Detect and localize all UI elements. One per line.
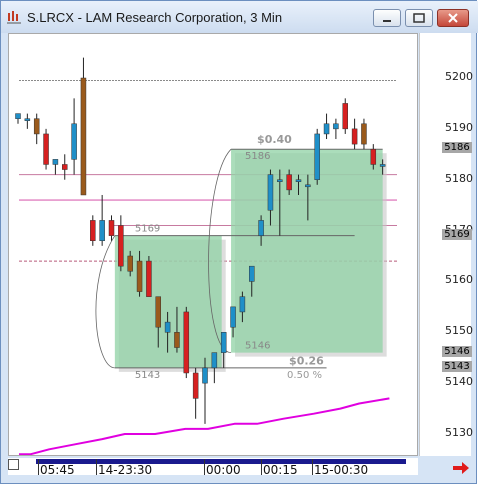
range-box-1 (114, 235, 222, 368)
candle-body (183, 311, 190, 374)
price-tick-label: 5150 (445, 324, 473, 338)
restore-button[interactable] (405, 9, 433, 27)
candle-body (90, 220, 96, 241)
candlestick-chart: 5169 5143 5186 5146 $0.40 $0.26 0.50 % (15, 57, 397, 455)
candle-body (80, 77, 87, 196)
time-tick-label: 15-00:30 (314, 463, 369, 477)
app-chart-icon (7, 11, 21, 24)
candle-body (211, 352, 218, 369)
time-tick-mark (261, 459, 262, 475)
box1-bottom-label: 5143 (135, 370, 160, 381)
candle-body (361, 123, 367, 145)
candle-body (295, 179, 302, 182)
price-axis[interactable] (419, 33, 471, 456)
title-bar[interactable]: S.LRCX - LAM Research Corporation, 3 Min (1, 1, 478, 33)
candle-body (351, 128, 358, 145)
time-tick-label: 05:45 (40, 463, 75, 477)
candle-body (286, 174, 292, 191)
candle-body (118, 225, 124, 267)
price-tick-label: 5200 (445, 70, 473, 83)
candle-body (379, 164, 386, 167)
candle-body (239, 296, 246, 313)
candle-body (174, 332, 180, 348)
box2-top-label: 5186 (245, 151, 270, 162)
minimize-button[interactable] (373, 9, 401, 27)
candle-body (99, 220, 105, 241)
candle-body (333, 123, 339, 130)
candle-body (249, 265, 255, 282)
candle-body (155, 296, 161, 328)
candle-body (52, 159, 59, 165)
chart-corner-box[interactable] (8, 459, 19, 470)
candle-body (192, 372, 199, 399)
close-icon (448, 13, 458, 23)
time-tick-mark (96, 459, 97, 475)
candle-body (15, 113, 21, 119)
candle-body (24, 118, 31, 121)
time-tick-label: 14-23:30 (98, 463, 153, 477)
price-marker-box: 5186 (442, 142, 472, 154)
candle-body (202, 367, 208, 384)
price-chart-area[interactable]: 5169 5143 5186 5146 $0.40 $0.26 0.50 % (8, 33, 418, 456)
price-tick-label: 5140 (445, 375, 473, 389)
candle-body (370, 148, 377, 165)
candle-body (127, 255, 133, 272)
price-marker-box: 5146 (442, 345, 472, 357)
time-tick-mark (204, 459, 205, 475)
candle-body (33, 118, 40, 135)
moving-average-line (19, 397, 390, 455)
box1-top-label: 5169 (135, 224, 160, 235)
price-tick-label: 5190 (445, 120, 473, 134)
candle-body (43, 133, 49, 165)
candle-body (108, 220, 115, 236)
price-marker-box: 5143 (442, 360, 472, 372)
candle-body (164, 321, 171, 333)
range-box-2 (231, 149, 383, 353)
time-tick-mark (38, 459, 39, 475)
candle-body (314, 133, 320, 180)
candle-body (230, 306, 236, 328)
candle-body (146, 260, 152, 297)
candle-body (258, 220, 264, 236)
price-marker-box: 5169 (442, 228, 472, 240)
price-tick-label: 5180 (445, 171, 473, 185)
time-tick-mark (312, 459, 313, 475)
box2-bottom-label: 5146 (245, 341, 270, 352)
candle-body (71, 123, 77, 160)
candle-body (62, 164, 68, 170)
restore-icon (413, 13, 425, 23)
candle-body (220, 332, 227, 353)
price-tick-label: 5130 (445, 426, 473, 439)
percent-change-label: 0.50 % (287, 370, 322, 381)
candle-body (305, 184, 311, 188)
close-button[interactable] (437, 9, 469, 27)
time-tick-label: 00:15 (263, 463, 298, 477)
price-change-up-label: $0.40 (257, 133, 292, 146)
measure-arc (95, 235, 116, 369)
candle-body (277, 179, 283, 182)
price-change-down-label: $0.26 (289, 355, 324, 368)
candle-body (136, 260, 143, 292)
scroll-right-arrow-icon[interactable] (452, 461, 470, 475)
price-tick-label: 5160 (445, 273, 473, 287)
window-title: S.LRCX - LAM Research Corporation, 3 Min (27, 10, 283, 25)
minimize-icon (383, 20, 391, 22)
candle-body (267, 174, 274, 211)
time-tick-label: 00:00 (206, 463, 241, 477)
candle-body (342, 103, 348, 130)
candle-body (323, 123, 330, 135)
